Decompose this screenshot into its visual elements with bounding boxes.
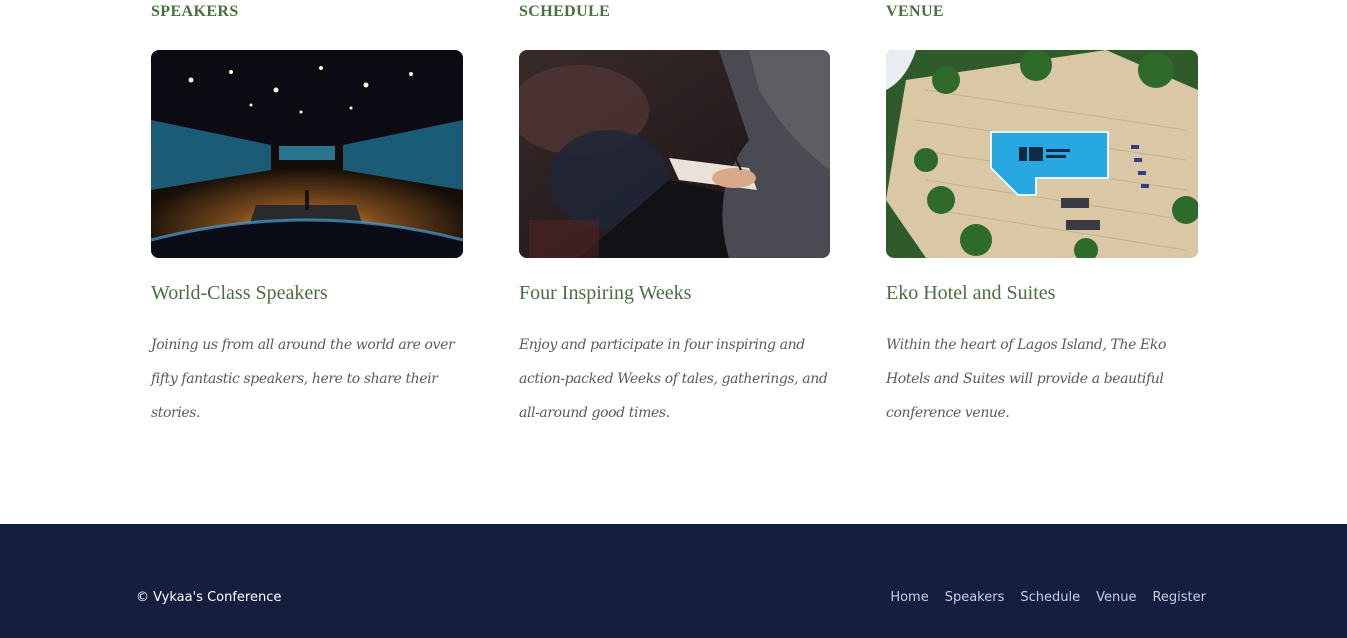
footer-link-home[interactable]: Home (890, 590, 928, 605)
site-footer: © Vykaa's Conference Home Speakers Sched… (0, 524, 1347, 638)
card-title: World-Class Speakers (151, 282, 328, 304)
features-section: SPEAKERS World-Class Speakers Joining us… (0, 0, 1347, 524)
card-description: Joining us from all around the world are… (151, 337, 455, 421)
footer-link-speakers[interactable]: Speakers (945, 590, 1005, 605)
card-description: Within the heart of Lagos Island, The Ek… (886, 337, 1166, 421)
footer-link-schedule[interactable]: Schedule (1020, 590, 1080, 605)
schedule-image (519, 50, 830, 258)
card-title: Four Inspiring Weeks (519, 282, 692, 304)
card-eyebrow: SCHEDULE (519, 3, 611, 20)
footer-nav: Home Speakers Schedule Venue Register (890, 590, 1206, 605)
card-title: Eko Hotel and Suites (886, 282, 1056, 304)
footer-link-venue[interactable]: Venue (1096, 590, 1136, 605)
card-eyebrow: VENUE (886, 3, 945, 20)
card-eyebrow: SPEAKERS (151, 3, 239, 20)
copyright-text: © Vykaa's Conference (136, 590, 282, 605)
speakers-image (151, 50, 463, 258)
venue-image (886, 50, 1198, 258)
footer-link-register[interactable]: Register (1152, 590, 1206, 605)
card-description: Enjoy and participate in four inspiring … (519, 337, 828, 421)
